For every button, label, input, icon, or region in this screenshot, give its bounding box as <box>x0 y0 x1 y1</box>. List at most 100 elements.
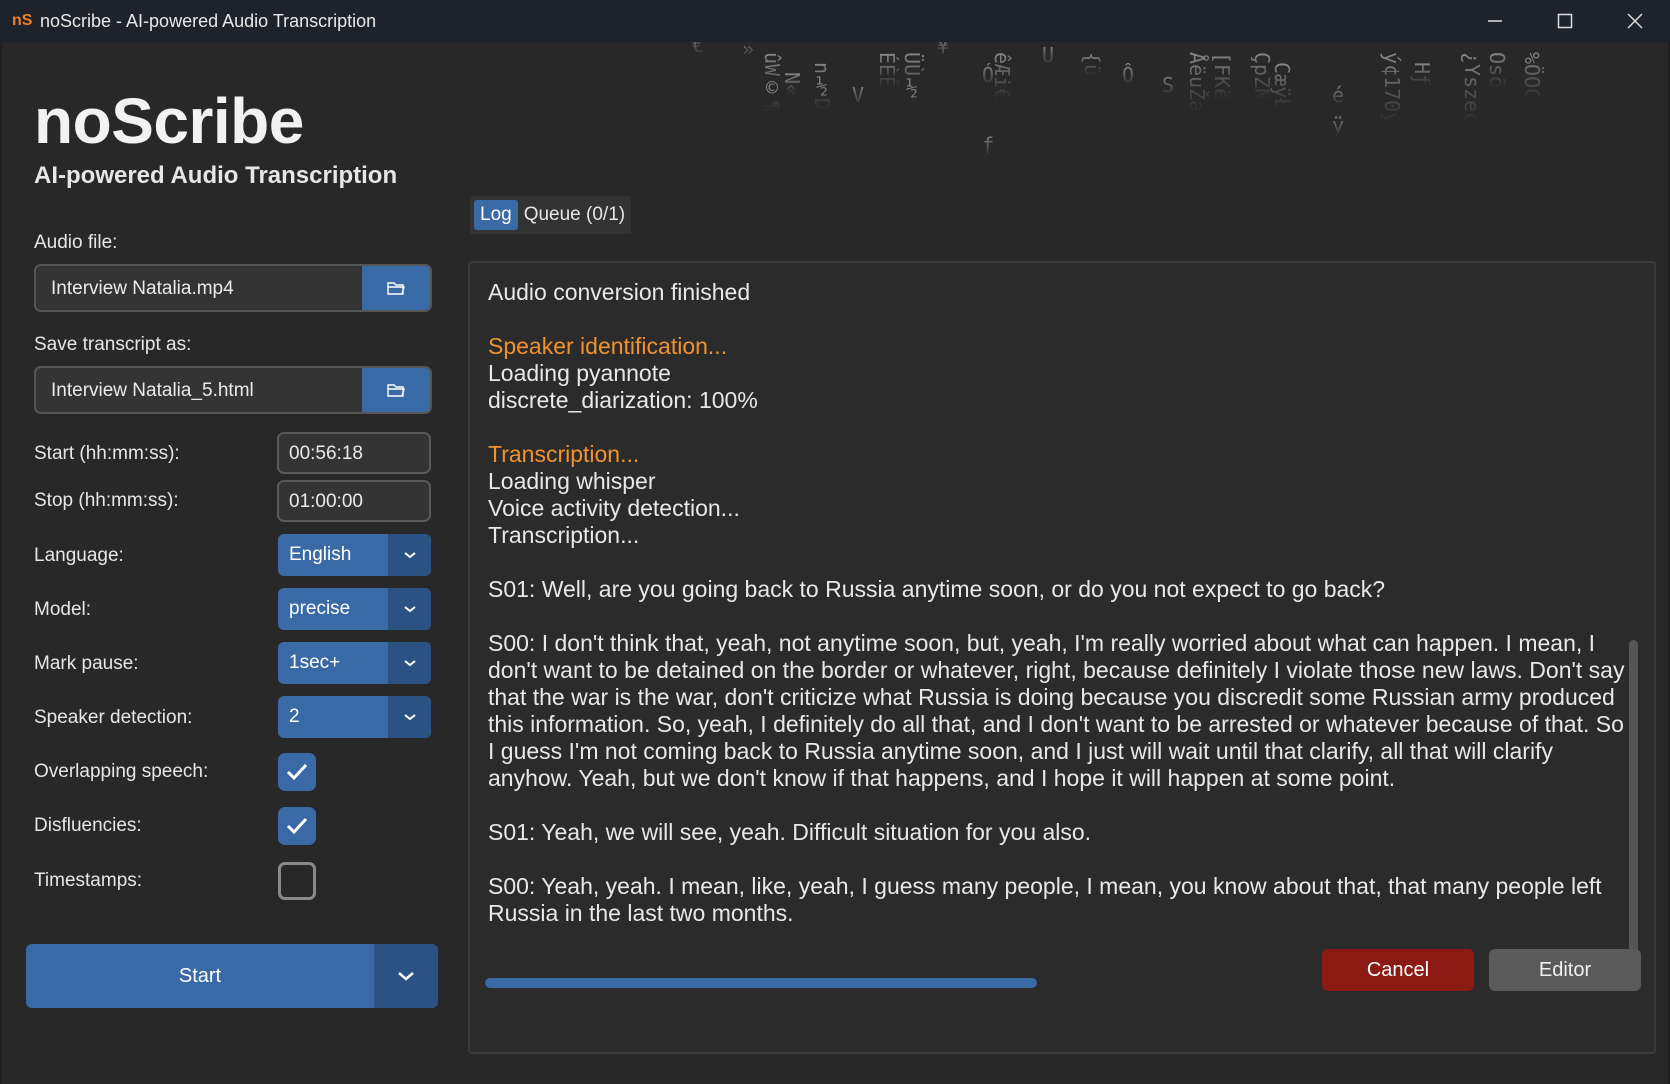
checkmark-icon <box>286 763 308 781</box>
minimize-icon <box>1488 20 1502 22</box>
svg-text:n½D: n½D <box>810 62 834 110</box>
overlapping-speech-checkbox[interactable] <box>278 753 316 791</box>
editor-button[interactable]: Editor <box>1489 949 1641 991</box>
tab-queue[interactable]: Queue (0/1) <box>518 200 631 230</box>
log-spacer <box>488 792 1628 819</box>
model-select[interactable]: precise <box>278 588 431 630</box>
svg-text:Hƒ: Hƒ <box>1410 62 1434 86</box>
start-options-dropdown[interactable] <box>374 944 438 1008</box>
chevron-down-icon <box>388 696 431 738</box>
title-bar: nS noScribe - AI-powered Audio Transcrip… <box>0 0 1670 42</box>
log-line: S00: Yeah, yeah. I mean, like, yeah, I g… <box>488 873 1602 926</box>
svg-text:%ÖOC: %ÖOC <box>1520 52 1544 100</box>
save-transcript-browse-button[interactable] <box>362 368 430 412</box>
folder-icon <box>387 384 405 397</box>
model-value: precise <box>289 598 351 619</box>
save-transcript-field[interactable]: Interview Natalia_5.html <box>34 366 432 414</box>
log-text: Audio conversion finished Speaker identif… <box>488 279 1628 927</box>
svg-text:[FKë: [FKë <box>1210 52 1234 100</box>
svg-text:V: V <box>852 83 864 107</box>
log-line: S00: I don't think that, yeah, not anyti… <box>488 630 1625 791</box>
log-line: Voice activity detection... <box>488 495 740 521</box>
app-name-heading: noScribe <box>34 85 304 157</box>
close-button[interactable] <box>1600 0 1670 42</box>
stop-time-label: Stop (hh:mm:ss): <box>34 490 179 511</box>
svg-text:Ô: Ô <box>1122 63 1134 87</box>
chevron-down-icon <box>388 588 431 630</box>
svg-text:ÅëuŽa: ÅëuŽa <box>1185 52 1209 112</box>
log-spacer <box>488 846 1628 873</box>
save-transcript-label: Save transcript as: <box>34 334 192 355</box>
main-window: € » ûW©¶ N« n½D V ÉÈÊ ÜÙ½ ¥ Ó êÆi€ ƒ U {… <box>2 42 1668 1084</box>
log-line: Loading pyannote <box>488 360 671 386</box>
mark-pause-value: 1sec+ <box>289 652 341 673</box>
start-button-label: Start <box>178 964 222 987</box>
cancel-button[interactable]: Cancel <box>1322 949 1474 991</box>
stop-time-input[interactable]: 01:00:00 <box>277 480 431 522</box>
svg-text:»: » <box>742 42 754 61</box>
log-line: Audio conversion finished <box>488 279 751 305</box>
maximize-icon <box>1557 13 1573 29</box>
log-line: Transcription... <box>488 522 640 548</box>
audio-file-label: Audio file: <box>34 232 118 253</box>
audio-file-browse-button[interactable] <box>362 266 430 310</box>
tab-bar: Log Queue (0/1) <box>470 196 632 234</box>
svg-text:N«: N« <box>780 72 804 96</box>
language-label: Language: <box>34 545 124 566</box>
app-logo-icon: nS <box>12 12 33 29</box>
mark-pause-label: Mark pause: <box>34 653 139 674</box>
log-panel: Audio conversion finished Speaker identif… <box>468 261 1656 1054</box>
tab-log[interactable]: Log <box>474 200 518 230</box>
svg-text:êÆi€: êÆi€ <box>990 52 1014 100</box>
svg-text:ÜÙ½: ÜÙ½ <box>900 52 924 100</box>
svg-text:ÿ: ÿ <box>1332 113 1344 137</box>
svg-text:ÉÈÊ: ÉÈÊ <box>875 52 899 88</box>
language-value: English <box>289 544 352 565</box>
timestamps-label: Timestamps: <box>34 870 143 891</box>
svg-text:S: S <box>1162 73 1174 97</box>
log-line: S01: Yeah, we will see, yeah. Difficult … <box>488 819 1092 845</box>
close-icon <box>1627 13 1643 29</box>
svg-text:ƒ: ƒ <box>982 133 994 157</box>
audio-file-field[interactable]: Interview Natalia.mp4 <box>34 264 432 312</box>
svg-text:CæÿŁ: CæÿŁ <box>1270 62 1294 110</box>
log-spacer <box>488 549 1628 576</box>
chevron-down-icon <box>398 972 414 981</box>
start-time-value: 00:56:18 <box>289 443 363 464</box>
svg-text:ý¢170ý: ý¢170ý <box>1380 52 1404 124</box>
start-time-label: Start (hh:mm:ss): <box>34 443 180 464</box>
timestamps-checkbox[interactable] <box>278 862 316 900</box>
start-time-input[interactable]: 00:56:18 <box>277 432 431 474</box>
overlapping-speech-label: Overlapping speech: <box>34 761 209 782</box>
mark-pause-select[interactable]: 1sec+ <box>278 642 431 684</box>
log-line: discrete_diarization: 100% <box>488 387 758 413</box>
svg-text:€: € <box>692 42 704 57</box>
maximize-button[interactable] <box>1530 0 1600 42</box>
log-spacer <box>488 306 1628 333</box>
app-subtitle: AI-powered Audio Transcription <box>34 162 398 189</box>
svg-text:¿Yszeç: ¿Yszeç <box>1460 52 1484 124</box>
matrix-background-graphic: € » ûW©¶ N« n½D V ÉÈÊ ÜÙ½ ¥ Ó êÆi€ ƒ U {… <box>692 42 1544 157</box>
disfluencies-label: Disfluencies: <box>34 815 142 836</box>
progress-bar <box>485 978 1037 988</box>
folder-icon <box>387 282 405 295</box>
log-spacer <box>488 414 1628 441</box>
log-line: Speaker identification... <box>488 333 728 359</box>
svg-text:U: U <box>1042 43 1054 67</box>
audio-file-value: Interview Natalia.mp4 <box>51 278 234 299</box>
svg-text:Osõ: Osõ <box>1485 52 1509 88</box>
header-banner: € » ûW©¶ N« n½D V ÉÈÊ ÜÙ½ ¥ Ó êÆi€ ƒ U {… <box>2 42 1668 222</box>
log-spacer <box>488 603 1628 630</box>
speaker-detection-select[interactable]: 2 <box>278 696 431 738</box>
log-scrollbar[interactable] <box>1629 640 1638 980</box>
log-line: Transcription... <box>488 441 640 467</box>
start-button[interactable]: Start <box>26 944 438 1008</box>
language-select[interactable]: English <box>278 534 431 576</box>
model-label: Model: <box>34 599 92 620</box>
minimize-button[interactable] <box>1460 0 1530 42</box>
svg-text:{ü: {ü <box>1080 52 1104 76</box>
save-transcript-value: Interview Natalia_5.html <box>51 380 254 401</box>
checkmark-icon <box>286 817 308 835</box>
disfluencies-checkbox[interactable] <box>278 807 316 845</box>
svg-text:é: é <box>1332 83 1344 107</box>
